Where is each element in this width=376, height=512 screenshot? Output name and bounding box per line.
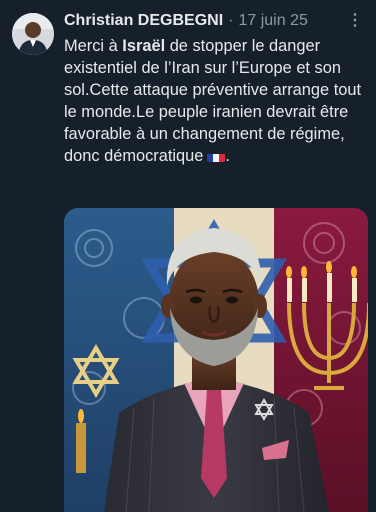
author-name[interactable]: Christian DEGBEGNI <box>64 12 223 30</box>
tweet-date[interactable]: 17 juin 25 <box>238 12 307 30</box>
flag-france-icon <box>207 150 226 162</box>
avatar-image <box>12 13 54 55</box>
more-options-icon[interactable]: ⋮ <box>347 10 364 30</box>
tweet-media-image[interactable] <box>64 208 368 512</box>
header-separator: · <box>228 12 234 29</box>
author-avatar[interactable] <box>12 13 54 55</box>
tweet-text-intro: Merci à <box>64 37 123 55</box>
tweet-text-period: . <box>225 147 230 165</box>
tweet-text: Merci à Israël de stopper le danger exis… <box>64 35 370 167</box>
tweet-header: Christian DEGBEGNI · 17 juin 25 ⋮ <box>64 10 364 32</box>
ai-portrait-image <box>64 208 368 512</box>
tweet-text-bold[interactable]: Israël <box>122 37 165 55</box>
tweet-text-body: de stopper le danger existentiel de l’Ir… <box>64 37 362 165</box>
